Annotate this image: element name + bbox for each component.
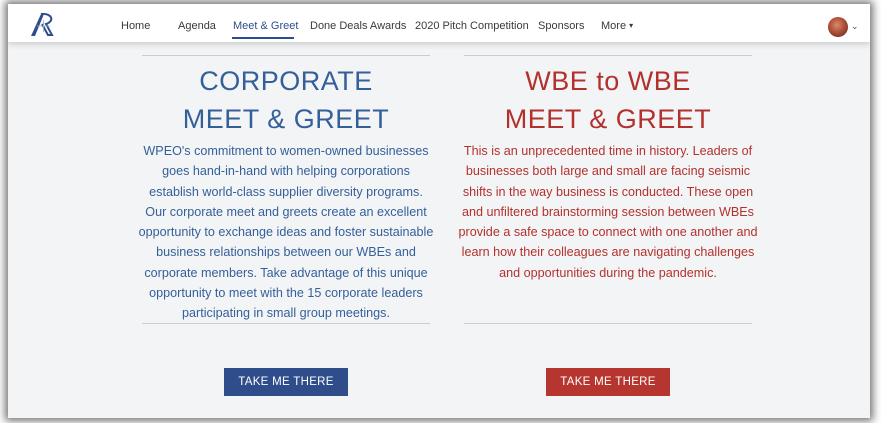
corporate-heading: CORPORATE MEET & GREET xyxy=(140,62,432,138)
wbe-text-line: shifts in the way business is conducted.… xyxy=(462,184,754,199)
corporate-text-line: corporate members. Take advantage of thi… xyxy=(144,265,428,280)
wbe-text-line: businesses both large and small are faci… xyxy=(465,164,751,179)
nav-sponsors[interactable]: Sponsors xyxy=(538,20,584,32)
corporate-text-line: opportunity to meet with the 15 corporat… xyxy=(149,286,423,301)
nav-pitch-competition[interactable]: 2020 Pitch Competition xyxy=(415,20,529,32)
corporate-heading-line2: MEET & GREET xyxy=(182,104,390,134)
wbe-heading-line1: WBE to WBE xyxy=(525,66,691,96)
corporate-text-line: Our corporate meet and greets create an … xyxy=(145,204,427,219)
wbe-heading-line2: MEET & GREET xyxy=(504,104,712,134)
corporate-top-divider xyxy=(142,55,430,56)
corporate-text-line: business relationships between our WBEs … xyxy=(156,245,416,260)
wbe-heading: WBE to WBE MEET & GREET xyxy=(462,62,754,138)
nav-meet-and-greet[interactable]: Meet & Greet xyxy=(233,20,298,32)
wbe-text-line: and opportunities during the pandemic. xyxy=(499,265,717,280)
nav-agenda[interactable]: Agenda xyxy=(178,20,216,32)
wbe-text-line: This is an unprecedented time in history… xyxy=(463,144,753,158)
wbe-bottom-divider xyxy=(464,323,752,324)
wbe-top-divider xyxy=(464,55,752,56)
wpeo-logo-icon[interactable] xyxy=(28,10,58,38)
corporate-text-line: WPEO's commitment to women-owned busines… xyxy=(143,144,429,158)
wbe-description: This is an unprecedented time in history… xyxy=(454,141,762,283)
wbe-text-line: learn how their colleagues are navigatin… xyxy=(461,245,755,260)
wbe-text-line: provide a safe space to connect with one… xyxy=(458,225,758,240)
wbe-text-line: and unfiltered brainstorming session bet… xyxy=(462,204,754,219)
corporate-take-me-there-button[interactable]: TAKE ME THERE xyxy=(224,368,348,396)
avatar-chevron-down-icon[interactable]: ⌄ xyxy=(851,21,859,32)
nav-more-label: More xyxy=(601,20,627,32)
chevron-down-icon: ▾ xyxy=(629,21,634,30)
nav-more[interactable]: More ▾ xyxy=(601,20,633,32)
corporate-text-line: participating in small group meetings. xyxy=(182,306,390,321)
nav-home[interactable]: Home xyxy=(121,20,150,32)
nav-done-deals-awards[interactable]: Done Deals Awards xyxy=(310,20,406,32)
browser-frame: Home Agenda Meet & Greet Done Deals Awar… xyxy=(8,4,870,418)
corporate-text-line: opportunity to exchange ideas and foster… xyxy=(138,225,434,240)
wbe-take-me-there-button[interactable]: TAKE ME THERE xyxy=(546,368,670,396)
user-avatar[interactable] xyxy=(828,17,848,37)
corporate-text-line: establish world-class supplier diversity… xyxy=(149,184,423,199)
corporate-bottom-divider xyxy=(142,323,430,324)
corporate-description: WPEO's commitment to women-owned busines… xyxy=(132,141,440,324)
corporate-text-line: goes hand-in-hand with helping corporati… xyxy=(162,164,410,179)
active-tab-indicator xyxy=(232,37,294,39)
corporate-heading-line1: CORPORATE xyxy=(199,66,373,96)
top-navbar: Home Agenda Meet & Greet Done Deals Awar… xyxy=(8,4,870,42)
